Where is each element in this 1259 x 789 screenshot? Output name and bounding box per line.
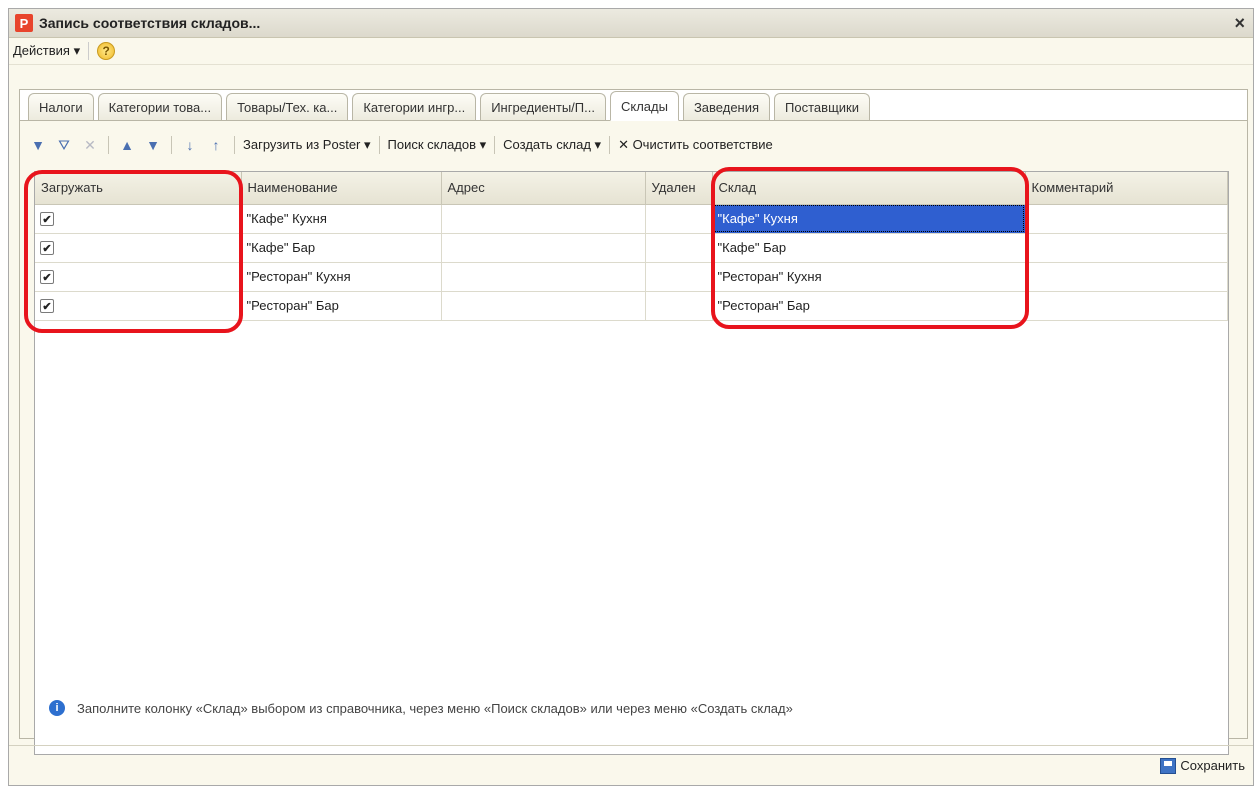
save-button[interactable]: Сохранить [1160, 757, 1245, 774]
cell-address[interactable] [441, 233, 646, 263]
move-up-icon[interactable]: ▲ [117, 135, 137, 155]
move-down-icon[interactable]: ▼ [143, 135, 163, 155]
warehouses-grid: Загружать Наименование Адрес Удален Скла… [34, 171, 1229, 755]
save-label: Сохранить [1180, 758, 1245, 773]
grid-header-row: Загружать Наименование Адрес Удален Скла… [35, 172, 1228, 205]
col-header-address[interactable]: Адрес [441, 172, 646, 205]
footer-bar: Сохранить [9, 745, 1253, 785]
sort-ascending-icon[interactable]: ↓ [180, 135, 200, 155]
cell-name[interactable]: "Кафе" Кухня [241, 204, 442, 234]
info-text: Заполните колонку «Склад» выбором из спр… [77, 700, 793, 716]
col-header-comment[interactable]: Комментарий [1025, 172, 1228, 205]
cell-store[interactable]: "Ресторан" Кухня [712, 262, 1026, 292]
cell-deleted[interactable] [645, 262, 713, 292]
find-stores-button[interactable]: Поиск складов ▾ [388, 137, 487, 153]
info-hint: i Заполните колонку «Склад» выбором из с… [49, 700, 793, 716]
toolbar-divider [234, 136, 235, 154]
clear-match-button[interactable]: ✕ Очистить соответствие [618, 137, 773, 153]
cell-deleted[interactable] [645, 204, 713, 234]
dialog-window: P Запись соответствия складов... × Дейст… [8, 8, 1254, 786]
load-checkbox[interactable]: ✔ [40, 212, 54, 227]
close-button[interactable]: × [1234, 13, 1245, 34]
cell-store[interactable]: "Кафе" Бар [712, 233, 1026, 263]
tab-products[interactable]: Товары/Тех. ка... [226, 93, 349, 121]
sort-descending-icon[interactable]: ↑ [206, 135, 226, 155]
tab-ingredient-categories[interactable]: Категории ингр... [352, 93, 477, 121]
filter-settings-icon[interactable]: ▼ [28, 135, 48, 155]
col-header-load[interactable]: Загружать [35, 172, 242, 205]
filter-clear-icon[interactable]: ✕ [80, 135, 100, 155]
col-header-store[interactable]: Склад [712, 172, 1026, 205]
table-row[interactable]: ✔ "Ресторан" Кухня "Ресторан" Кухня [35, 262, 1228, 292]
tab-ingredients[interactable]: Ингредиенты/П... [480, 93, 606, 121]
cell-name[interactable]: "Кафе" Бар [241, 233, 442, 263]
tab-taxes[interactable]: Налоги [28, 93, 94, 121]
cell-name[interactable]: "Ресторан" Бар [241, 291, 442, 321]
toolbar-divider [171, 136, 172, 154]
cell-store[interactable]: "Ресторан" Бар [712, 291, 1026, 321]
actions-menu[interactable]: Действия ▾ [13, 42, 90, 60]
load-checkbox[interactable]: ✔ [40, 270, 54, 285]
cell-name[interactable]: "Ресторан" Кухня [241, 262, 442, 292]
cell-address[interactable] [441, 204, 646, 234]
cell-deleted[interactable] [645, 291, 713, 321]
app-logo-icon: P [15, 14, 33, 32]
load-from-poster-button[interactable]: Загрузить из Poster ▾ [243, 137, 371, 153]
cell-comment[interactable] [1025, 262, 1228, 292]
cell-store[interactable]: "Кафе" Кухня [712, 204, 1026, 234]
toolbar-divider [494, 136, 496, 154]
load-checkbox[interactable]: ✔ [40, 299, 54, 314]
tab-product-categories[interactable]: Категории това... [97, 93, 223, 121]
tab-strip: Налоги Категории това... Товары/Тех. ка.… [28, 91, 870, 121]
load-checkbox[interactable]: ✔ [40, 241, 54, 256]
cell-comment[interactable] [1025, 291, 1228, 321]
tab-establishments[interactable]: Заведения [682, 93, 771, 121]
toolbar-divider [609, 136, 611, 154]
cell-deleted[interactable] [645, 233, 713, 263]
menu-bar: Действия ▾ ? [9, 38, 1253, 65]
col-header-name[interactable]: Наименование [241, 172, 442, 205]
table-row[interactable]: ✔ "Кафе" Бар "Кафе" Бар [35, 233, 1228, 263]
cell-address[interactable] [441, 291, 646, 321]
grid-toolbar: ▼ ⛛ ✕ ▲ ▼ ↓ ↑ Загрузить из Poster ▾ Поис… [28, 131, 773, 159]
create-store-button[interactable]: Создать склад ▾ [503, 137, 601, 153]
col-header-deleted[interactable]: Удален [645, 172, 713, 205]
help-button[interactable]: ? [97, 42, 116, 60]
cell-address[interactable] [441, 262, 646, 292]
cell-comment[interactable] [1025, 204, 1228, 234]
table-row[interactable]: ✔ "Ресторан" Бар "Ресторан" Бар [35, 291, 1228, 321]
cell-comment[interactable] [1025, 233, 1228, 263]
table-row[interactable]: ✔ "Кафе" Кухня "Кафе" Кухня [35, 204, 1228, 234]
tab-suppliers[interactable]: Поставщики [774, 93, 870, 121]
info-icon: i [49, 700, 65, 716]
title-bar: P Запись соответствия складов... × [9, 9, 1253, 38]
window-title: Запись соответствия складов... [39, 15, 261, 31]
save-icon [1160, 757, 1177, 774]
toolbar-divider [378, 136, 380, 154]
filter-apply-icon[interactable]: ⛛ [54, 135, 74, 155]
toolbar-divider [108, 136, 109, 154]
tab-warehouses[interactable]: Склады [609, 91, 679, 121]
